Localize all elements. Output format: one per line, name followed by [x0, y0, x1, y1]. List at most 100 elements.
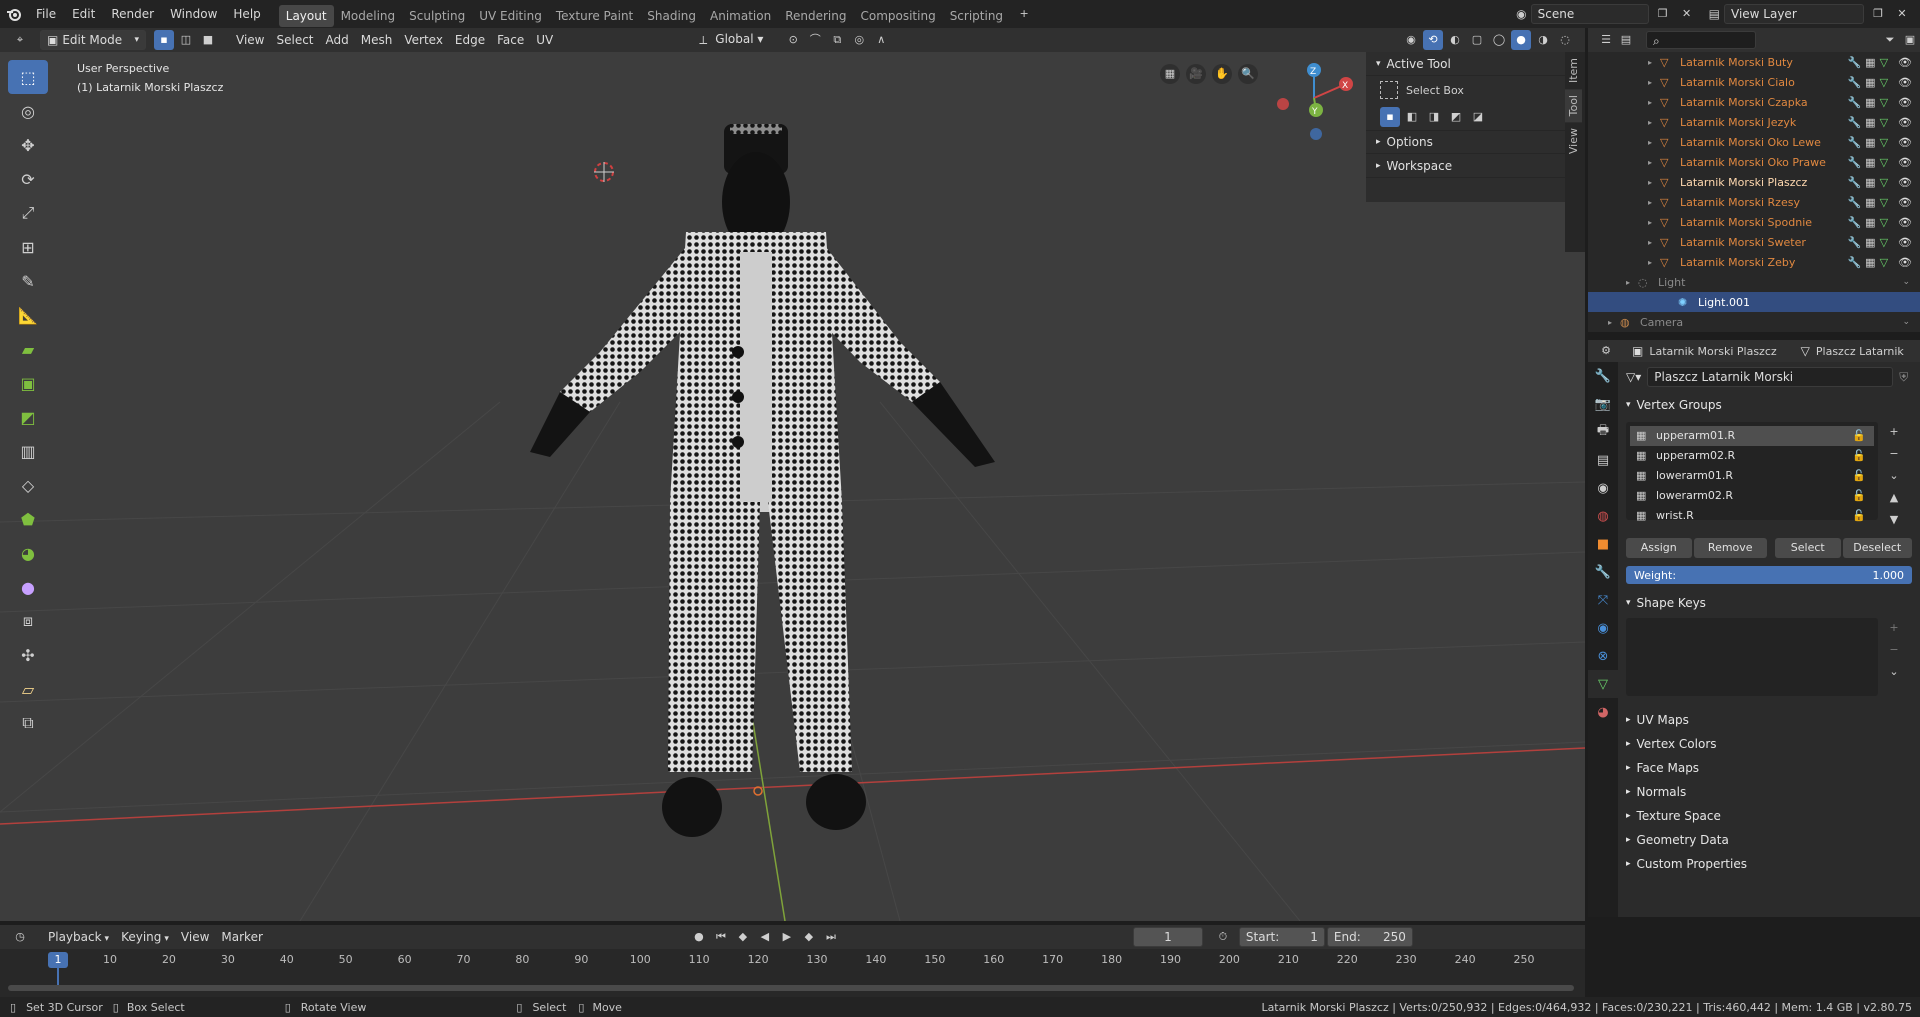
outliner-row[interactable]: ✺ Light.001	[1588, 292, 1920, 312]
visibility-icon[interactable]: ◉	[1401, 30, 1421, 50]
inset-tool-icon[interactable]: ▣	[8, 366, 48, 400]
modifier-wrench-icon[interactable]: 🔧	[1847, 56, 1861, 69]
vertex-group-item[interactable]: ▦ lowerarm02.R 🔓	[1630, 486, 1874, 506]
mesh-data-icon[interactable]: ▽	[1880, 56, 1888, 69]
expand-arrow-icon[interactable]: ▸	[1648, 258, 1660, 267]
jump-start-icon[interactable]: ⏮	[711, 927, 731, 947]
vertex-groups-section[interactable]: ▾ Vertex Groups	[1618, 392, 1920, 418]
mesh-data-icon[interactable]: ▽	[1880, 236, 1888, 249]
vertex-groups-icon[interactable]: ▦	[1865, 176, 1875, 189]
display-mode-icon[interactable]: ▤	[1616, 30, 1636, 50]
shrink-fatten-tool-icon[interactable]: ✣	[8, 638, 48, 672]
menu-help[interactable]: Help	[225, 0, 268, 28]
tab-view[interactable]: View	[1565, 122, 1582, 160]
3d-cursor-icon[interactable]	[594, 162, 614, 182]
section-face-maps[interactable]: ▸ Face Maps	[1618, 756, 1920, 780]
playhead[interactable]: 1	[48, 952, 68, 968]
section-vertex-colors[interactable]: ▸ Vertex Colors	[1618, 732, 1920, 756]
menu-file[interactable]: File	[28, 0, 64, 28]
measure-tool-icon[interactable]: 📐	[8, 298, 48, 332]
material-properties-icon[interactable]: ◕	[1588, 698, 1618, 726]
preview-range-icon[interactable]: ⏱	[1213, 927, 1233, 947]
vertex-group-item[interactable]: ▦ wrist.R 🔓	[1630, 506, 1874, 526]
expand-arrow-icon[interactable]: ▸	[1626, 278, 1638, 287]
mesh-name-field[interactable]: Plaszcz Latarnik Morski	[1647, 367, 1894, 387]
outliner-row[interactable]: ▸ ▽ Latarnik Morski Oko Prawe 🔧 ▦ ▽ 👁	[1588, 152, 1920, 172]
select-box-tool-icon[interactable]: ⬚	[8, 60, 48, 94]
jump-keyframe-back-icon[interactable]: ◆	[733, 927, 753, 947]
vertex-groups-icon[interactable]: ▦	[1865, 56, 1875, 69]
viewport-menu-select[interactable]: Select	[270, 30, 319, 50]
mesh-data-icon[interactable]: ▽	[1880, 196, 1888, 209]
play-reverse-icon[interactable]: ◀	[755, 927, 775, 947]
editor-type-icon[interactable]: ⌖	[10, 30, 30, 50]
mesh-data-icon[interactable]: ▽	[1880, 136, 1888, 149]
expand-arrow-icon[interactable]: ▸	[1648, 178, 1660, 187]
active-tool-section[interactable]: ▾ Active Tool	[1366, 52, 1565, 76]
modifier-wrench-icon[interactable]: 🔧	[1847, 176, 1861, 189]
physics-properties-icon[interactable]: ◉	[1588, 614, 1618, 642]
menu-render[interactable]: Render	[103, 0, 162, 28]
vertex-groups-icon[interactable]: ▦	[1865, 256, 1875, 269]
shape-key-specials-icon[interactable]: ⌄	[1884, 662, 1904, 682]
outliner-row[interactable]: ▸ ▽ Latarnik Morski Cialo 🔧 ▦ ▽ 👁	[1588, 72, 1920, 92]
vertex-group-item[interactable]: ▦ upperarm01.R 🔓	[1630, 426, 1874, 446]
eye-visibility-icon[interactable]: 👁	[1898, 156, 1912, 169]
menu-edit[interactable]: Edit	[64, 0, 103, 28]
modifier-wrench-icon[interactable]: 🔧	[1847, 196, 1861, 209]
modifier-wrench-icon[interactable]: 🔧	[1847, 236, 1861, 249]
eye-visibility-icon[interactable]: 👁	[1898, 96, 1912, 109]
face-select-mode-button[interactable]: ■	[198, 30, 218, 50]
proportional-edit-icon[interactable]: ◎	[849, 30, 869, 50]
transform-tool-icon[interactable]: ⊞	[8, 230, 48, 264]
lock-icon[interactable]: 🔓	[1852, 506, 1866, 526]
modifier-wrench-icon[interactable]: 🔧	[1847, 136, 1861, 149]
select-intersect-mode-button[interactable]: ◪	[1468, 107, 1488, 127]
vertex-groups-icon[interactable]: ▦	[1865, 236, 1875, 249]
expand-arrow-icon[interactable]: ▸	[1648, 78, 1660, 87]
remove-vertex-group-icon[interactable]: −	[1884, 444, 1904, 464]
eye-visibility-icon[interactable]: 👁	[1898, 136, 1912, 149]
scale-tool-icon[interactable]: ⤢	[8, 196, 48, 230]
outliner-row[interactable]: ▸ ◌ Light ⌄	[1588, 272, 1920, 292]
select-difference-mode-button[interactable]: ◩	[1446, 107, 1466, 127]
section-custom-properties[interactable]: ▸ Custom Properties	[1618, 852, 1920, 876]
expand-arrow-icon[interactable]: ▸	[1648, 198, 1660, 207]
bevel-tool-icon[interactable]: ◩	[8, 400, 48, 434]
assign-button[interactable]: Assign	[1626, 538, 1692, 558]
viewport-menu-view[interactable]: View	[230, 30, 270, 50]
fake-user-shield-icon[interactable]: ⛨	[1899, 370, 1908, 385]
chevron-down-icon[interactable]: ⌄	[1902, 317, 1910, 327]
add-shape-key-icon[interactable]: +	[1884, 618, 1904, 638]
vertex-groups-icon[interactable]: ▦	[1865, 76, 1875, 89]
move-up-icon[interactable]: ▲	[1884, 488, 1904, 508]
outliner-editor-type-icon[interactable]: ☰	[1596, 30, 1616, 50]
mesh-data-icon[interactable]: ▽	[1880, 176, 1888, 189]
timeline[interactable]: 10 20 30 40 50 60 70 80 90 100 110 120 130 140 150 160 1…	[0, 949, 1585, 997]
eye-visibility-icon[interactable]: 👁	[1898, 76, 1912, 89]
section-normals[interactable]: ▸ Normals	[1618, 780, 1920, 804]
vertex-groups-icon[interactable]: ▦	[1865, 136, 1875, 149]
lock-icon[interactable]: 🔓	[1852, 426, 1866, 446]
viewport-menu-add[interactable]: Add	[320, 30, 355, 50]
outliner-search-input[interactable]: ⌕	[1646, 31, 1756, 49]
timeline-menu-playback[interactable]: Playback ▾	[42, 927, 115, 947]
snap-target-icon[interactable]: ⧉	[827, 30, 847, 50]
snap-icon[interactable]: ⌒	[805, 30, 825, 50]
tab-modeling[interactable]: Modeling	[334, 5, 403, 27]
navigation-gizmo[interactable]: Z X Y	[1277, 63, 1353, 140]
vertex-select-mode-button[interactable]: ▪	[154, 30, 174, 50]
tab-sculpting[interactable]: Sculpting	[402, 5, 472, 27]
expand-arrow-icon[interactable]: ▸	[1648, 158, 1660, 167]
zoom-view-icon[interactable]: 🔍	[1238, 64, 1258, 84]
jump-keyframe-forward-icon[interactable]: ◆	[799, 927, 819, 947]
close-scene-button[interactable]: ✕	[1677, 4, 1697, 24]
play-icon[interactable]: ▶	[777, 927, 797, 947]
outliner-row[interactable]: ▸ ▽ Latarnik Morski Buty 🔧 ▦ ▽ 👁	[1588, 52, 1920, 72]
timeline-menu-marker[interactable]: Marker	[215, 927, 268, 947]
move-tool-icon[interactable]: ✥	[8, 128, 48, 162]
toggle-camera-view-icon[interactable]: ▦	[1160, 64, 1180, 84]
add-vertex-group-icon[interactable]: +	[1884, 422, 1904, 442]
tab-shading[interactable]: Shading	[640, 5, 703, 27]
viewport-menu-face[interactable]: Face	[491, 30, 530, 50]
